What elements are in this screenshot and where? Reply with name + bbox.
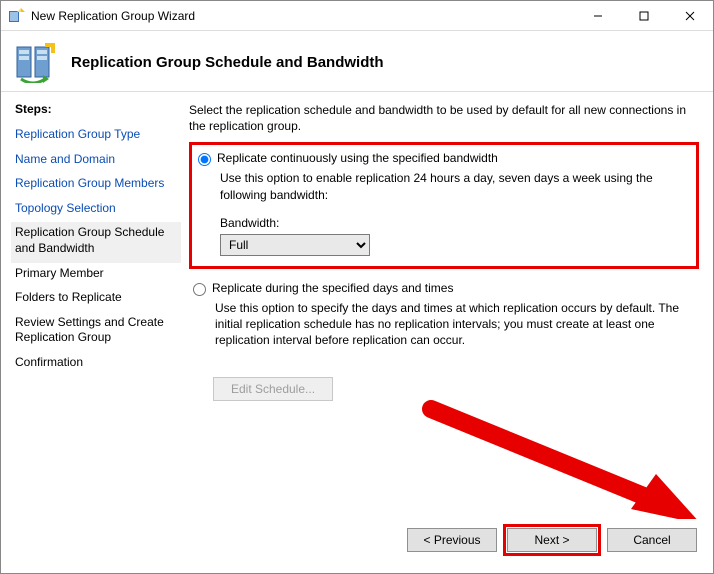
main-panel: Select the replication schedule and band…	[183, 102, 699, 519]
wizard-icon	[15, 41, 57, 83]
radio-scheduled-label[interactable]: Replicate during the specified days and …	[212, 281, 453, 295]
steps-heading: Steps:	[15, 102, 177, 116]
step-replication-group-members[interactable]: Replication Group Members	[15, 173, 177, 198]
continuous-desc: Use this option to enable replication 24…	[220, 170, 688, 202]
window-title: New Replication Group Wizard	[31, 9, 575, 23]
titlebar: New Replication Group Wizard	[1, 1, 713, 31]
steps-sidebar: Steps: Replication Group Type Name and D…	[15, 102, 183, 519]
wizard-header: Replication Group Schedule and Bandwidth	[1, 31, 713, 91]
scheduled-desc: Use this option to specify the days and …	[215, 300, 699, 349]
highlight-box-continuous: Replicate continuously using the specifi…	[189, 142, 699, 269]
radio-continuous[interactable]	[198, 153, 211, 166]
step-name-and-domain[interactable]: Name and Domain	[15, 149, 177, 174]
previous-button[interactable]: < Previous	[407, 528, 497, 552]
bandwidth-select[interactable]: Full	[220, 234, 370, 256]
step-replication-group-type[interactable]: Replication Group Type	[15, 124, 177, 149]
app-icon	[9, 8, 25, 24]
close-button[interactable]	[667, 1, 713, 30]
bandwidth-label: Bandwidth:	[220, 215, 688, 231]
step-schedule-bandwidth: Replication Group Schedule and Bandwidth	[11, 222, 181, 262]
wizard-body: Steps: Replication Group Type Name and D…	[1, 92, 713, 519]
annotation-arrow	[401, 399, 713, 519]
steps-list: Replication Group Type Name and Domain R…	[15, 124, 177, 377]
step-folders-to-replicate: Folders to Replicate	[15, 287, 177, 312]
edit-schedule-button: Edit Schedule...	[213, 377, 333, 401]
radio-continuous-label[interactable]: Replicate continuously using the specifi…	[217, 151, 498, 165]
minimize-button[interactable]	[575, 1, 621, 30]
step-review-create: Review Settings and Create Replication G…	[15, 312, 177, 352]
radio-scheduled[interactable]	[193, 283, 206, 296]
step-confirmation: Confirmation	[15, 352, 177, 377]
step-primary-member: Primary Member	[15, 263, 177, 288]
wizard-window: New Replication Group Wizard	[0, 0, 714, 574]
window-controls	[575, 1, 713, 30]
step-topology-selection[interactable]: Topology Selection	[15, 198, 177, 223]
cancel-button[interactable]: Cancel	[607, 528, 697, 552]
page-title: Replication Group Schedule and Bandwidth	[71, 54, 384, 71]
next-button[interactable]: Next >	[507, 528, 597, 552]
maximize-button[interactable]	[621, 1, 667, 30]
wizard-footer: < Previous Next > Cancel	[1, 519, 713, 573]
intro-text: Select the replication schedule and band…	[189, 102, 699, 134]
